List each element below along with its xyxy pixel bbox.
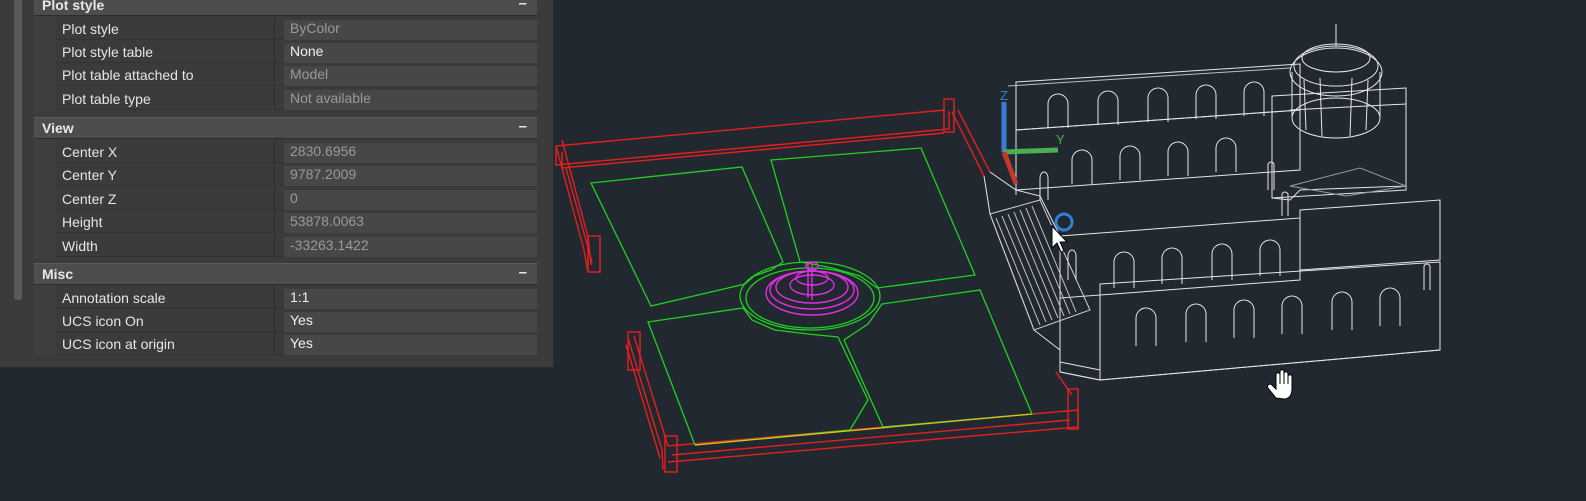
property-row[interactable]: UCS icon On Yes bbox=[56, 309, 537, 332]
collapse-icon[interactable]: – bbox=[519, 0, 527, 12]
property-value[interactable]: Model bbox=[284, 66, 537, 86]
column-divider bbox=[274, 17, 275, 40]
panel-scrollbar-track[interactable] bbox=[0, 0, 26, 367]
column-divider bbox=[274, 234, 275, 257]
property-label: Height bbox=[62, 214, 103, 230]
fountain bbox=[765, 261, 859, 316]
property-label: Center Z bbox=[62, 191, 117, 207]
property-label: Annotation scale bbox=[62, 290, 166, 306]
property-label: Plot style bbox=[62, 21, 119, 37]
column-divider bbox=[274, 309, 275, 332]
collapse-icon[interactable]: – bbox=[519, 118, 527, 135]
property-value[interactable]: 0 bbox=[284, 190, 537, 210]
property-value[interactable]: 2830.6956 bbox=[284, 143, 537, 163]
courtyard-wall bbox=[555, 98, 1079, 473]
section-title: Misc bbox=[42, 266, 74, 282]
property-label: Center X bbox=[62, 144, 118, 160]
property-label: Center Y bbox=[62, 167, 117, 183]
property-label: Plot style table bbox=[62, 44, 154, 60]
property-value[interactable]: None bbox=[284, 43, 537, 63]
property-label: Plot table attached to bbox=[62, 67, 194, 83]
building-wireframe bbox=[983, 24, 1441, 381]
hand-pan-icon bbox=[1267, 369, 1293, 400]
column-divider bbox=[274, 187, 275, 210]
section-title: Plot style bbox=[42, 0, 105, 13]
section-title: View bbox=[42, 120, 74, 136]
ucs-z-label: Z bbox=[1000, 88, 1008, 103]
property-row[interactable]: UCS icon at origin Yes bbox=[56, 332, 537, 355]
section-misc[interactable]: Misc – bbox=[34, 263, 537, 285]
row-gutter bbox=[34, 138, 56, 258]
property-row[interactable]: Center Y 9787.2009 bbox=[56, 163, 537, 186]
property-value[interactable]: Yes bbox=[284, 335, 537, 355]
property-value[interactable]: -33263.1422 bbox=[284, 237, 537, 257]
property-row[interactable]: Height 53878.0063 bbox=[56, 210, 537, 233]
section-view[interactable]: View – bbox=[34, 117, 537, 139]
property-label: UCS icon On bbox=[62, 313, 144, 329]
column-divider bbox=[274, 140, 275, 163]
panel-scrollbar-thumb[interactable] bbox=[14, 0, 22, 300]
properties-panel: Plot style – Plot style ByColor Plot sty… bbox=[0, 0, 554, 368]
row-gutter bbox=[34, 284, 56, 356]
property-row[interactable]: Center X 2830.6956 bbox=[56, 140, 537, 163]
property-row[interactable]: Center Z 0 bbox=[56, 187, 537, 210]
property-row[interactable]: Plot table attached to Model bbox=[56, 63, 537, 86]
column-divider bbox=[274, 332, 275, 355]
property-value[interactable]: Not available bbox=[284, 90, 537, 110]
ucs-icon: Z Y bbox=[1000, 88, 1065, 185]
property-row[interactable]: Width -33263.1422 bbox=[56, 234, 537, 257]
column-divider bbox=[274, 40, 275, 63]
row-gutter bbox=[34, 16, 56, 112]
column-divider bbox=[274, 87, 275, 110]
property-label: UCS icon at origin bbox=[62, 336, 175, 352]
column-divider bbox=[274, 163, 275, 186]
property-row[interactable]: Plot style ByColor bbox=[56, 17, 537, 40]
property-row[interactable]: Annotation scale 1:1 bbox=[56, 286, 537, 309]
property-value[interactable]: 53878.0063 bbox=[284, 213, 537, 233]
column-divider bbox=[274, 286, 275, 309]
ucs-origin-icon[interactable] bbox=[1054, 212, 1074, 232]
property-row[interactable]: Plot table type Not available bbox=[56, 87, 537, 110]
property-value[interactable]: 9787.2009 bbox=[284, 166, 537, 186]
column-divider bbox=[274, 63, 275, 86]
property-value[interactable]: 1:1 bbox=[284, 289, 537, 309]
column-divider bbox=[274, 210, 275, 233]
property-value[interactable]: Yes bbox=[284, 312, 537, 332]
property-label: Width bbox=[62, 238, 98, 254]
ucs-y-label: Y bbox=[1056, 132, 1065, 147]
property-row[interactable]: Plot style table None bbox=[56, 40, 537, 63]
collapse-icon[interactable]: – bbox=[519, 264, 527, 281]
section-plot-style[interactable]: Plot style – bbox=[34, 0, 537, 16]
property-value[interactable]: ByColor bbox=[284, 20, 537, 40]
property-label: Plot table type bbox=[62, 91, 151, 107]
